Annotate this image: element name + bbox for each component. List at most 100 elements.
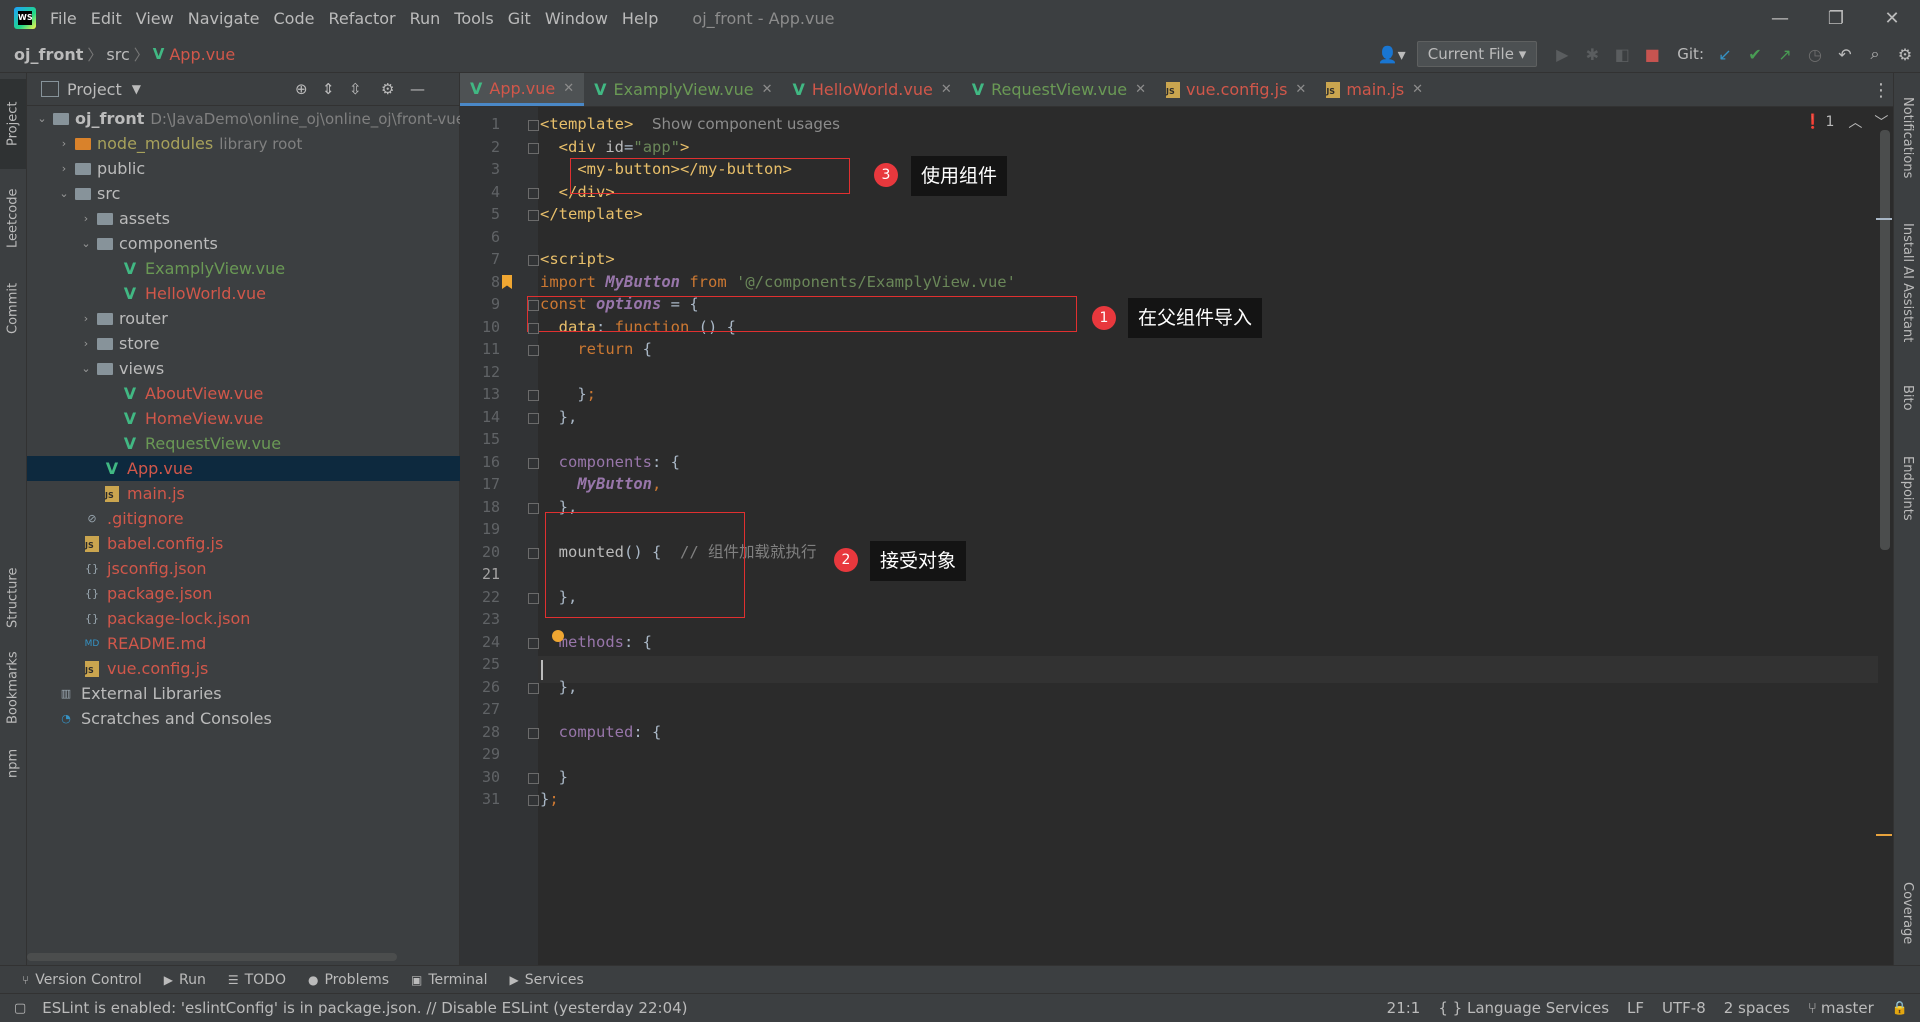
hide-panel-icon[interactable]: — [410,80,425,98]
fold-marker-icon[interactable] [528,457,539,469]
menu-git[interactable]: Git [508,9,531,28]
chevron-right-icon[interactable]: › [57,162,71,175]
fold-marker-icon[interactable] [528,187,539,199]
tree-item[interactable]: › router [27,306,511,331]
tree-item[interactable]: › node_modules library root [27,131,489,156]
fold-marker-icon[interactable] [528,120,539,131]
close-tab-icon[interactable]: ✕ [563,81,574,96]
menu-view[interactable]: View [136,9,174,28]
fold-marker-icon[interactable] [528,345,539,356]
code-line[interactable]: }, [540,404,578,431]
close-tab-icon[interactable]: ✕ [1412,82,1423,97]
fold-marker-icon[interactable] [528,772,539,784]
tree-item[interactable]: JS babel.config.js [27,531,497,556]
tree-item[interactable]: V ExamplyView.vue [27,256,535,281]
tab-app-vue[interactable]: V App.vue ✕ [460,73,585,106]
coverage-icon[interactable]: ◧ [1607,39,1637,69]
project-view-select[interactable]: Project [67,80,122,99]
chevron-down-icon[interactable]: ⌄ [79,362,93,375]
chevron-right-icon[interactable]: › [79,312,93,325]
tree-item[interactable]: JS vue.config.js [27,656,497,681]
indent-widget[interactable]: 2 spaces [1724,999,1790,1017]
status-message[interactable]: ESLint is enabled: 'eslintConfig' is in … [42,999,687,1017]
tree-item[interactable]: V AboutView.vue [27,381,535,406]
tree-item[interactable]: › store [27,331,511,356]
tree-item[interactable]: V HelloWorld.vue [27,281,535,306]
fold-marker-icon[interactable] [528,142,539,154]
close-tab-icon[interactable]: ✕ [762,82,773,97]
gear-icon[interactable]: ⚙ [381,80,394,98]
tool-window-npm[interactable]: npm [0,733,26,793]
tree-item[interactable]: ⌄ views [27,356,511,381]
tool-tab-version-control[interactable]: ⑂ Version Control [22,972,142,988]
tree-item[interactable]: JS main.js [27,481,517,506]
close-tab-icon[interactable]: ✕ [941,82,952,97]
git-push-icon[interactable]: ↗ [1770,39,1800,69]
close-button[interactable]: ✕ [1864,0,1920,36]
git-branch-widget[interactable]: master [1821,999,1874,1017]
menu-help[interactable]: Help [622,9,658,28]
run-configuration-select[interactable]: Current File ▾ [1416,41,1538,67]
chevron-right-icon[interactable]: › [79,337,93,350]
git-history-icon[interactable]: ◷ [1800,39,1830,69]
search-icon[interactable]: ⌕ [1860,39,1890,69]
settings-icon[interactable]: ⚙ [1890,39,1920,69]
menu-file[interactable]: File [50,9,77,28]
tree-item[interactable]: V RequestView.vue [27,431,535,456]
code-line[interactable]: </template> [540,201,643,228]
lock-icon[interactable]: 🔒 [1892,1001,1908,1016]
minimize-button[interactable]: — [1752,0,1808,36]
tree-item[interactable]: ◔ Scratches and Consoles [27,706,471,731]
code-line[interactable]: return { [540,336,652,363]
tool-window-structure[interactable]: Structure [0,553,26,643]
fold-marker-icon[interactable] [528,502,539,514]
chevron-down-icon[interactable]: ⌄ [57,187,71,200]
tool-tab-terminal[interactable]: ▣ Terminal [411,972,488,988]
breadcrumb-src[interactable]: src [106,45,129,64]
breadcrumb-file[interactable]: App.vue [169,45,235,64]
tab-helloworld-vue[interactable]: V HelloWorld.vue ✕ [782,73,961,106]
tree-item[interactable]: ⌄ components [27,231,511,256]
tool-window-bito[interactable]: Bito [1894,373,1920,423]
previous-highlight-icon[interactable]: ︿ [1848,112,1862,132]
fold-marker-icon[interactable] [528,300,539,311]
tree-item[interactable]: › assets [27,206,511,231]
horizontal-scrollbar[interactable] [27,953,397,961]
tree-item[interactable]: ⊘ .gitignore [27,506,497,531]
code-line[interactable]: }; [540,786,559,813]
tab-vue-config-js[interactable]: JS vue.config.js ✕ [1156,73,1316,106]
fold-marker-icon[interactable] [528,412,539,424]
chevron-down-icon[interactable]: ⌄ [79,237,93,250]
fold-marker-icon[interactable] [528,547,539,559]
menu-code[interactable]: Code [274,9,315,28]
more-tabs-icon[interactable]: ⋮ [1872,80,1890,101]
tool-window-project[interactable]: Project [0,79,26,169]
tool-window-leetcode[interactable]: Leetcode [0,173,26,263]
tool-tab-problems[interactable]: ● Problems [308,972,389,988]
fold-marker-icon[interactable] [528,592,539,604]
language-services-widget[interactable]: { } Language Services [1438,999,1609,1017]
git-update-icon[interactable]: ↙ [1710,39,1740,69]
chevron-right-icon[interactable]: › [57,137,71,150]
tool-tab-todo[interactable]: ☰ TODO [228,972,286,988]
tree-item[interactable]: › public [27,156,489,181]
tab-requestview-vue[interactable]: V RequestView.vue ✕ [962,73,1156,106]
fold-marker-icon[interactable] [528,795,539,806]
tab-examplyview-vue[interactable]: V ExamplyView.vue ✕ [584,73,782,106]
tree-item[interactable]: ⌄ oj_front D:\JavaDemo\online_oj\online_oj… [27,106,467,131]
close-tab-icon[interactable]: ✕ [1135,82,1146,97]
close-tab-icon[interactable]: ✕ [1295,82,1306,97]
fold-marker-icon[interactable] [528,322,539,334]
line-separator-widget[interactable]: LF [1627,999,1644,1017]
run-icon[interactable]: ▶ [1547,39,1577,69]
tool-window-ai-assistant[interactable]: Install AI Assistant [1894,213,1920,353]
locate-file-icon[interactable]: ⊕ [295,80,308,98]
tool-tab-services[interactable]: ▶ Services [510,972,584,988]
encoding-widget[interactable]: UTF-8 [1662,999,1706,1017]
menu-window[interactable]: Window [545,9,608,28]
maximize-button[interactable]: ❐ [1808,0,1864,36]
code-line[interactable]: computed: { [540,719,662,746]
stop-icon[interactable]: ■ [1637,39,1667,69]
inspection-widget[interactable]: ❗ 1 ︿ ﹀ [1804,112,1888,132]
tool-window-bookmarks[interactable]: Bookmarks [0,643,26,733]
